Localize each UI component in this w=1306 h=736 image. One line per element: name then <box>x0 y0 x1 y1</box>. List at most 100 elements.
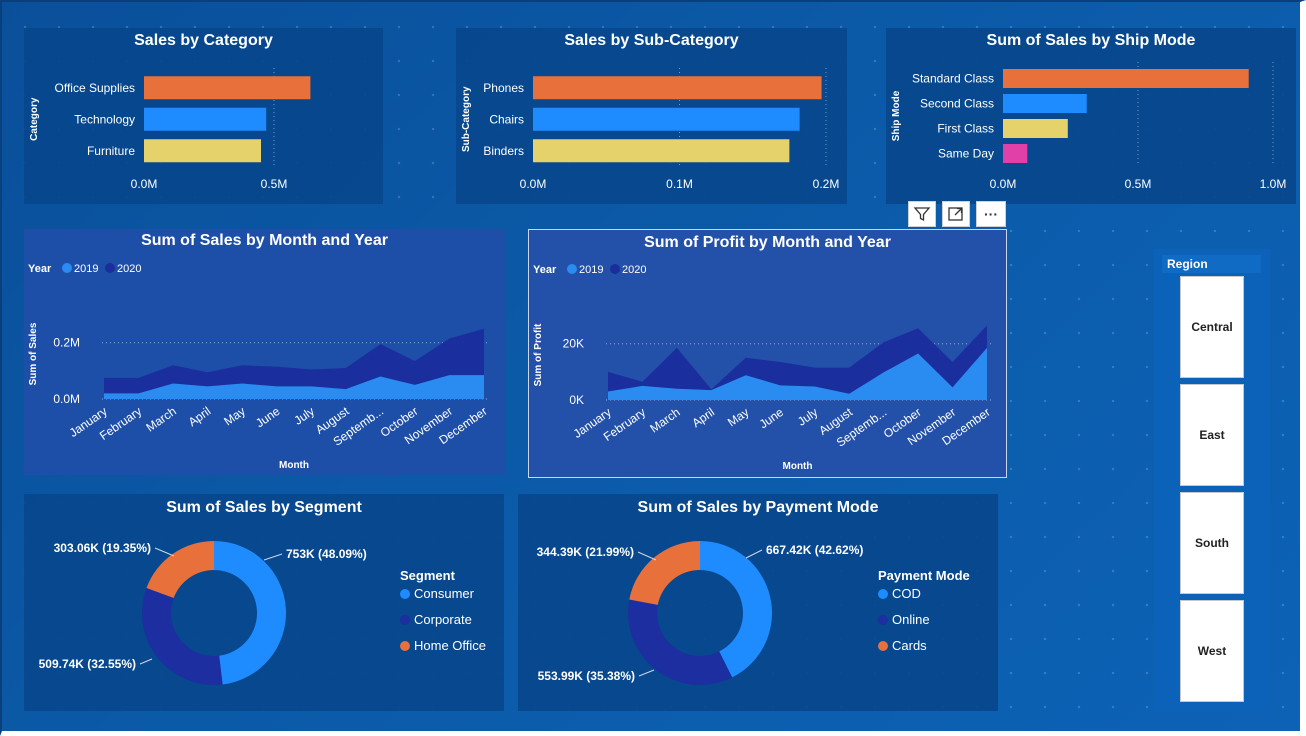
sales-by-shipmode-chart: Sum of Sales by Ship Mode Ship Mode 0.0M 0.… <box>891 32 1286 191</box>
y-tick-label: 0.0M <box>53 392 80 406</box>
data-label: 303.06K (19.35%) <box>54 541 151 555</box>
y-axis-title: Ship Mode <box>891 90 902 141</box>
category-label: Standard Class <box>912 72 994 86</box>
legend-title: Segment <box>400 568 456 583</box>
sales-by-month-visual[interactable]: Sum of Sales by Month and Year Year 2019 20… <box>24 229 505 475</box>
y-axis-title: Sum of Sales <box>28 322 39 385</box>
legend-label: Corporate <box>414 612 472 627</box>
legend-label: COD <box>892 586 921 601</box>
y-axis-title: Category <box>29 97 40 141</box>
x-tick-label: 0.5M <box>261 177 288 191</box>
x-axis-title: Month <box>783 461 813 472</box>
legend-title: Year <box>533 264 557 276</box>
legend-title: Payment Mode <box>878 568 970 583</box>
region-tile-south[interactable]: South <box>1180 492 1244 594</box>
chart-title: Sales by Sub-Category <box>564 32 738 49</box>
donut-slice-online <box>628 599 733 685</box>
legend-label: 2020 <box>622 264 646 276</box>
more-options-button[interactable]: ··· <box>976 201 1006 227</box>
x-tick-label: 0.0M <box>520 177 547 191</box>
sales-by-category-chart: Sales by Category Category 0.0M 0.5M Office … <box>29 32 311 191</box>
bar <box>533 107 800 131</box>
x-axis-title: Month <box>279 460 309 471</box>
leader-line <box>637 551 657 561</box>
bar <box>1003 144 1028 163</box>
sales-by-subcategory-visual[interactable]: Sales by Sub-Category Sub-Category 0.0M 0.1… <box>456 28 847 204</box>
leader-line <box>745 549 763 559</box>
legend-label: Consumer <box>414 586 475 601</box>
region-slicer-title: Region <box>1162 255 1261 273</box>
profit-by-month-visual[interactable]: Sum of Profit by Month and Year Year 2019 2… <box>528 229 1007 478</box>
bar <box>1003 94 1087 113</box>
data-label: 553.99K (35.38%) <box>538 669 635 683</box>
focus-mode-icon <box>948 207 963 221</box>
legend-marker-2019 <box>62 263 72 273</box>
x-tick-label: 0.0M <box>990 177 1017 191</box>
region-tile-central[interactable]: Central <box>1180 276 1244 378</box>
category-label: Same Day <box>938 147 994 161</box>
profit-by-month-chart: Sum of Profit by Month and Year Year 2019 2… <box>533 234 993 472</box>
legend-label: 2019 <box>579 264 603 276</box>
y-tick-label: 0K <box>569 393 584 407</box>
x-tick-label: April <box>689 405 717 430</box>
legend-label: 2020 <box>117 263 141 275</box>
category-label: Office Supplies <box>55 81 136 95</box>
x-tick-label: June <box>757 405 787 432</box>
legend-marker <box>878 589 888 599</box>
x-tick-label: 0.1M <box>666 177 693 191</box>
legend-marker-2020 <box>610 264 620 274</box>
x-tick-label: May <box>725 405 752 429</box>
region-slicer[interactable]: Region Central East South West <box>1154 249 1270 712</box>
focus-mode-button[interactable] <box>942 201 970 227</box>
sales-by-shipmode-visual[interactable]: Sum of Sales by Ship Mode Ship Mode 0.0M 0.… <box>886 28 1296 204</box>
donut-slice-consumer <box>214 541 287 685</box>
x-tick-label: 0.0M <box>131 177 158 191</box>
chart-title: Sales by Category <box>134 32 273 49</box>
legend-marker <box>400 641 410 651</box>
chart-title: Sum of Profit by Month and Year <box>644 234 891 251</box>
data-label: 509.74K (32.55%) <box>39 657 136 671</box>
data-label: 753K (48.09%) <box>286 547 367 561</box>
x-tick-label: 0.5M <box>1125 177 1152 191</box>
sales-by-segment-visual[interactable]: Sum of Sales by Segment 753K (48.09%) 509.… <box>24 494 504 711</box>
legend-marker <box>878 615 888 625</box>
sales-by-payment-visual[interactable]: Sum of Sales by Payment Mode 667.42K (42.… <box>518 494 998 711</box>
chart-title: Sum of Sales by Ship Mode <box>987 32 1196 49</box>
legend-marker <box>400 589 410 599</box>
y-tick-label: 20K <box>563 337 584 351</box>
data-label: 344.39K (21.99%) <box>537 545 634 559</box>
y-axis-title: Sub-Category <box>461 86 472 152</box>
category-label: Phones <box>483 81 524 95</box>
legend-label: Home Office <box>414 638 486 653</box>
bar <box>533 139 790 163</box>
sales-by-segment-chart: Sum of Sales by Segment 753K (48.09%) 509.… <box>39 499 486 685</box>
region-tile-east[interactable]: East <box>1180 384 1244 486</box>
y-axis-title: Sum of Profit <box>533 323 544 386</box>
data-label: 667.42K (42.62%) <box>766 543 863 557</box>
legend-marker-2019 <box>567 264 577 274</box>
chart-title: Sum of Sales by Month and Year <box>141 232 388 249</box>
category-label: Technology <box>74 112 135 126</box>
filter-button[interactable] <box>908 201 936 227</box>
x-tick-label: 0.2M <box>813 177 840 191</box>
more-options-icon: ··· <box>984 206 998 222</box>
leader-line <box>638 669 655 677</box>
bar <box>1003 69 1249 88</box>
bar <box>144 139 261 163</box>
legend-label: Online <box>892 612 930 627</box>
category-label: Chairs <box>489 112 524 126</box>
leader-line <box>263 553 283 561</box>
region-tile-west[interactable]: West <box>1180 600 1244 702</box>
chart-title: Sum of Sales by Payment Mode <box>638 499 879 516</box>
legend-marker-2020 <box>105 263 115 273</box>
donut-slice-corporate <box>141 587 223 685</box>
bar <box>1003 119 1068 138</box>
legend-label: Cards <box>892 638 927 653</box>
legend-marker <box>878 641 888 651</box>
x-tick-label: April <box>186 404 214 429</box>
x-tick-label: March <box>143 404 178 435</box>
bar <box>144 107 267 131</box>
legend-title: Year <box>28 263 52 275</box>
sales-by-category-visual[interactable]: Sales by Category Category 0.0M 0.5M Office … <box>24 28 383 204</box>
sales-by-subcategory-chart: Sales by Sub-Category Sub-Category 0.0M 0.1… <box>461 32 840 191</box>
